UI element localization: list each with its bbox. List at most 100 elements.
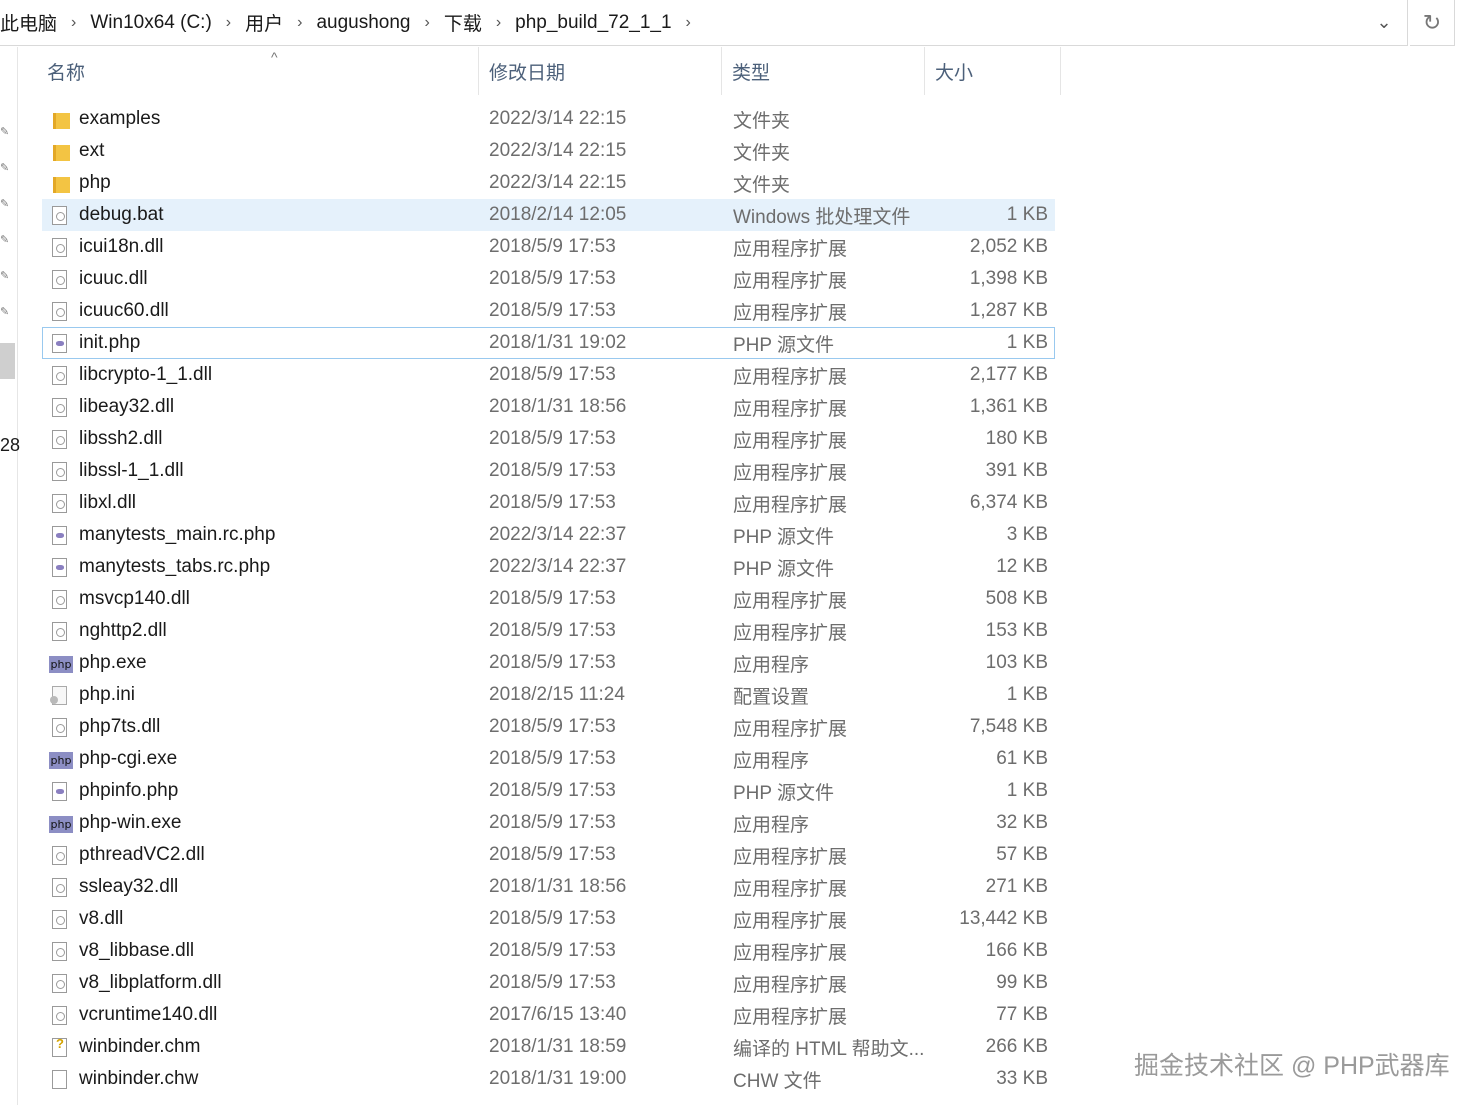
file-row[interactable]: libcrypto-1_1.dll 2018/5/9 17:53 应用程序扩展 2,1… <box>42 359 1055 391</box>
refresh-icon[interactable]: ↻ <box>1410 0 1454 46</box>
file-row[interactable]: debug.bat 2018/2/14 12:05 Windows 批处理文件 1 K… <box>42 199 1055 231</box>
file-row[interactable]: v8_libplatform.dll 2018/5/9 17:53 应用程序扩展 99… <box>42 967 1055 999</box>
file-row[interactable]: v8_libbase.dll 2018/5/9 17:53 应用程序扩展 166 KB <box>42 935 1055 967</box>
pin-icon[interactable]: ✎ <box>0 269 10 282</box>
chevron-right-icon[interactable]: › <box>676 14 701 32</box>
file-row[interactable]: manytests_tabs.rc.php 2022/3/14 22:37 PHP … <box>42 551 1055 583</box>
file-row[interactable]: nghttp2.dll 2018/5/9 17:53 应用程序扩展 153 KB <box>42 615 1055 647</box>
file-name: manytests_main.rc.php <box>79 524 276 545</box>
chevron-right-icon[interactable]: › <box>414 14 439 32</box>
php-exe-icon: php <box>49 749 73 771</box>
chevron-right-icon[interactable]: › <box>216 14 241 32</box>
column-header-type[interactable]: 类型 <box>722 47 925 95</box>
file-row[interactable]: icui18n.dll 2018/5/9 17:53 应用程序扩展 2,052 KB <box>42 231 1055 263</box>
column-header-date[interactable]: 修改日期 <box>479 47 722 95</box>
dll-file-icon <box>49 845 71 867</box>
file-row[interactable]: init.php 2018/1/31 19:02 PHP 源文件 1 KB <box>42 327 1055 359</box>
file-row[interactable]: examples 2022/3/14 22:15 文件夹 <box>42 103 1055 135</box>
file-date-modified: 2022/3/14 22:37 <box>489 556 627 577</box>
chm-file-icon-shape <box>52 1036 67 1057</box>
php-file-icon-shape <box>52 782 67 801</box>
file-row[interactable]: ext 2022/3/14 22:15 文件夹 <box>42 135 1055 167</box>
file-row[interactable]: php php.exe 2018/5/9 17:53 应用程序 103 KB <box>42 647 1055 679</box>
file-date-modified: 2018/5/9 17:53 <box>489 812 616 833</box>
column-header-size[interactable]: 大小 <box>925 47 1061 95</box>
file-row[interactable]: msvcp140.dll 2018/5/9 17:53 应用程序扩展 508 KB <box>42 583 1055 615</box>
file-row[interactable]: manytests_main.rc.php 2022/3/14 22:37 PHP … <box>42 519 1055 551</box>
file-name: ssleay32.dll <box>79 876 179 897</box>
pin-icon[interactable]: ✎ <box>0 125 10 138</box>
file-date-modified: 2018/2/14 12:05 <box>489 204 627 225</box>
file-size: 3 KB <box>1006 524 1048 545</box>
file-row[interactable]: php.ini 2018/2/15 11:24 配置设置 1 KB <box>42 679 1055 711</box>
dll-file-icon-shape <box>52 846 67 865</box>
file-row[interactable]: vcruntime140.dll 2017/6/15 13:40 应用程序扩展 77 … <box>42 999 1055 1031</box>
file-row[interactable]: libssl-1_1.dll 2018/5/9 17:53 应用程序扩展 391 KB <box>42 455 1055 487</box>
dll-file-icon-shape <box>52 366 67 385</box>
file-row[interactable]: icuuc.dll 2018/5/9 17:53 应用程序扩展 1,398 KB <box>42 263 1055 295</box>
breadcrumb-item[interactable]: Win10x64 (C:) <box>86 12 215 34</box>
dll-file-icon-shape <box>52 590 67 609</box>
file-row[interactable]: winbinder.chw 2018/1/31 19:00 CHW 文件 33 KB <box>42 1063 1055 1095</box>
file-row[interactable]: v8.dll 2018/5/9 17:53 应用程序扩展 13,442 KB <box>42 903 1055 935</box>
batch-file-icon <box>49 205 71 227</box>
file-row[interactable]: winbinder.chm 2018/1/31 18:59 编译的 HTML 帮助文… <box>42 1031 1055 1063</box>
file-row[interactable]: phpinfo.php 2018/5/9 17:53 PHP 源文件 1 KB <box>42 775 1055 807</box>
file-size: 61 KB <box>996 748 1048 769</box>
file-date-modified: 2022/3/14 22:37 <box>489 524 627 545</box>
file-name: nghttp2.dll <box>79 620 167 641</box>
file-name: libeay32.dll <box>79 396 175 417</box>
file-size: 266 KB <box>985 1036 1048 1057</box>
dll-file-icon <box>49 301 71 323</box>
search-box-edge[interactable] <box>1454 0 1474 46</box>
php-file-icon <box>49 525 71 547</box>
breadcrumb-item[interactable]: 下载 <box>440 9 486 36</box>
pin-icon[interactable]: ✎ <box>0 197 10 210</box>
file-date-modified: 2022/3/14 22:15 <box>489 172 627 193</box>
breadcrumb-item[interactable]: 用户 <box>241 9 287 36</box>
chevron-right-icon[interactable]: › <box>486 14 511 32</box>
navigation-pane[interactable]: ✎ ✎ ✎ ✎ ✎ ✎ 28 <box>0 47 20 1105</box>
batch-file-icon-shape <box>52 206 67 225</box>
nav-selected-item[interactable] <box>0 343 15 379</box>
pin-icon[interactable]: ✎ <box>0 161 10 174</box>
file-date-modified: 2018/5/9 17:53 <box>489 716 616 737</box>
dll-file-icon-shape <box>52 238 67 257</box>
pin-icon[interactable]: ✎ <box>0 305 10 318</box>
file-date-modified: 2018/1/31 18:59 <box>489 1036 627 1057</box>
file-row[interactable]: php7ts.dll 2018/5/9 17:53 应用程序扩展 7,548 KB <box>42 711 1055 743</box>
pin-icon[interactable]: ✎ <box>0 233 10 246</box>
address-bar[interactable]: 此电脑 › Win10x64 (C:) › 用户 › augushong › 下载 › php_bu… <box>0 0 1408 46</box>
dll-file-icon-shape <box>52 718 67 737</box>
file-size: 153 KB <box>985 620 1048 641</box>
file-size: 103 KB <box>985 652 1048 673</box>
file-row[interactable]: php 2022/3/14 22:15 文件夹 <box>42 167 1055 199</box>
chevron-down-icon[interactable]: ⌄ <box>1361 0 1407 45</box>
file-date-modified: 2022/3/14 22:15 <box>489 108 627 129</box>
file-list: examples 2022/3/14 22:15 文件夹 ext 2022/3/14 2… <box>42 103 1055 1095</box>
file-row[interactable]: icuuc60.dll 2018/5/9 17:53 应用程序扩展 1,287 KB <box>42 295 1055 327</box>
chevron-right-icon[interactable]: › <box>287 14 312 32</box>
breadcrumb-item[interactable]: augushong <box>312 12 414 34</box>
file-row[interactable]: libeay32.dll 2018/1/31 18:56 应用程序扩展 1,361 K… <box>42 391 1055 423</box>
file-date-modified: 2018/5/9 17:53 <box>489 236 616 257</box>
dll-file-icon <box>49 621 71 643</box>
chm-file-icon <box>49 1036 71 1059</box>
file-type: 配置设置 <box>733 686 810 708</box>
file-date-modified: 2018/1/31 18:56 <box>489 396 627 417</box>
dll-file-icon-shape <box>52 462 67 481</box>
file-type: 应用程序扩展 <box>733 942 848 964</box>
file-row[interactable]: libssh2.dll 2018/5/9 17:53 应用程序扩展 180 KB <box>42 423 1055 455</box>
breadcrumb-item[interactable]: php_build_72_1_1 <box>511 12 675 34</box>
file-date-modified: 2018/1/31 19:00 <box>489 1068 627 1089</box>
file-row[interactable]: pthreadVC2.dll 2018/5/9 17:53 应用程序扩展 57 KB <box>42 839 1055 871</box>
file-row[interactable]: ssleay32.dll 2018/1/31 18:56 应用程序扩展 271 KB <box>42 871 1055 903</box>
file-row[interactable]: php php-cgi.exe 2018/5/9 17:53 应用程序 61 KB <box>42 743 1055 775</box>
file-size: 99 KB <box>996 972 1048 993</box>
file-row[interactable]: php php-win.exe 2018/5/9 17:53 应用程序 32 KB <box>42 807 1055 839</box>
file-row[interactable]: libxl.dll 2018/5/9 17:53 应用程序扩展 6,374 KB <box>42 487 1055 519</box>
chevron-right-icon[interactable]: › <box>61 14 86 32</box>
column-header-name[interactable]: 名称 ^ <box>37 47 479 95</box>
breadcrumb-item[interactable]: 此电脑 <box>0 9 61 36</box>
php-exe-icon-shape: php <box>49 752 73 769</box>
